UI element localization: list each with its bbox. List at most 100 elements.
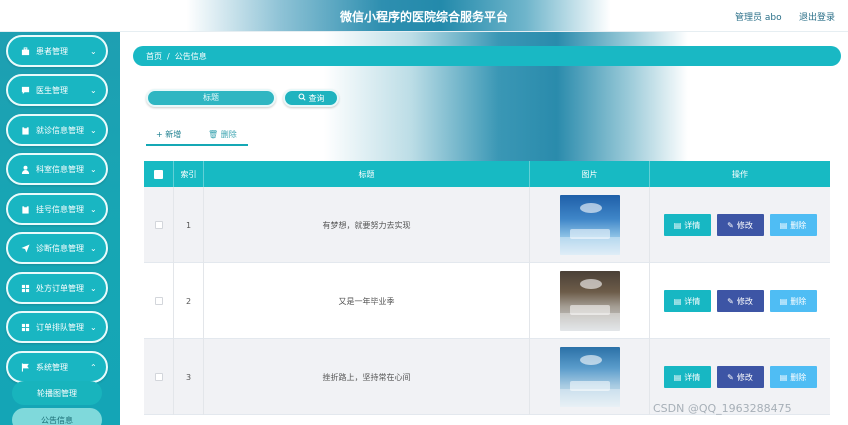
trash-icon: 🗑 — [208, 130, 219, 139]
operating-room-image[interactable] — [559, 347, 620, 407]
breadcrumb-home[interactable]: 首页 — [146, 51, 162, 62]
pencil-icon: ✎ — [727, 372, 734, 382]
row-index: 3 — [174, 339, 204, 415]
sidebar-item-label: 科室信息管理 — [36, 164, 84, 174]
sidebar-item-label: 系统管理 — [36, 362, 68, 372]
column-header-actions: 操作 — [732, 169, 748, 179]
breadcrumb-separator: / — [167, 51, 170, 61]
briefcase-icon — [21, 46, 30, 56]
row-checkbox[interactable] — [154, 373, 163, 381]
grid-icon — [21, 323, 30, 332]
grid-icon — [21, 284, 30, 293]
pencil-icon: ✎ — [727, 220, 734, 230]
chevron-down-icon: ⌄ — [90, 243, 97, 253]
row-image-cell — [530, 263, 650, 339]
add-button[interactable]: + 新增 — [156, 129, 181, 140]
row-checkbox[interactable] — [154, 221, 163, 229]
detail-label: 详情 — [684, 220, 701, 230]
user-icon — [21, 165, 30, 174]
sidebar-item-queue[interactable]: 订单排队管理 ⌄ — [6, 311, 108, 343]
trash-icon: ▤ — [779, 296, 788, 306]
edit-label: 修改 — [736, 372, 753, 382]
column-header-title[interactable]: 标题 — [204, 161, 530, 187]
table-row: 1 有梦想，就要努力去实现 ▤ 详情 ✎ 修改 ▤ 删除 — [144, 187, 830, 263]
chevron-down-icon: ⌄ — [90, 322, 97, 332]
document-icon: ▤ — [673, 220, 682, 230]
main-content: 首页 / 公告信息 标题 查询 + 新增 🗑 删除 索引 标题 图片 操作 1 … — [120, 32, 848, 425]
pencil-icon: ✎ — [727, 296, 734, 306]
detail-label: 详情 — [684, 296, 701, 306]
sidebar-item-label: 订单排队管理 — [36, 322, 84, 332]
add-button-label: 新增 — [165, 130, 182, 139]
current-user: 管理员 abo — [735, 13, 782, 23]
chevron-up-icon: ⌃ — [90, 362, 97, 372]
row-actions: ▤ 详情 ✎ 修改 ▤ 删除 — [650, 263, 830, 339]
row-checkbox[interactable] — [154, 297, 163, 305]
edit-button[interactable]: ✎ 修改 — [716, 290, 764, 312]
sidebar-item-departments[interactable]: 科室信息管理 ⌄ — [6, 153, 108, 185]
sidebar-item-label: 挂号信息管理 — [36, 204, 84, 214]
trash-icon: ▤ — [779, 372, 788, 382]
chevron-down-icon: ⌄ — [90, 46, 97, 56]
chevron-down-icon: ⌄ — [90, 164, 97, 174]
delete-button[interactable]: ▤ 删除 — [769, 214, 817, 236]
hospital-corridor-image[interactable] — [559, 271, 620, 331]
row-index: 1 — [174, 187, 204, 263]
sidebar-item-label: 就诊信息管理 — [36, 125, 84, 135]
edit-button[interactable]: ✎ 修改 — [716, 366, 764, 388]
document-icon: ▤ — [673, 372, 682, 382]
batch-delete-button[interactable]: 🗑 删除 — [208, 129, 237, 140]
hospital-ward-image[interactable] — [559, 195, 620, 255]
row-title: 挫折路上，坚持常在心间 — [204, 339, 530, 415]
action-tabs: + 新增 🗑 删除 — [146, 124, 248, 146]
edit-button[interactable]: ✎ 修改 — [716, 214, 764, 236]
query-button-label: 查询 — [308, 93, 325, 103]
title-search-input[interactable]: 标题 — [146, 89, 276, 107]
sidebar: 患者管理 ⌄ 医生管理 ⌄ 就诊信息管理 ⌄ 科室信息管理 ⌄ 挂号信息管理 ⌄… — [0, 32, 120, 425]
chat-icon — [21, 86, 30, 95]
delete-button[interactable]: ▤ 删除 — [769, 366, 817, 388]
document-icon: ▤ — [673, 296, 682, 306]
column-header-index[interactable]: 索引 — [174, 161, 204, 187]
chevron-down-icon: ⌄ — [90, 125, 97, 135]
logout-link[interactable]: 退出登录 — [799, 10, 835, 23]
row-title: 又是一年毕业季 — [204, 263, 530, 339]
chevron-down-icon: ⌄ — [90, 85, 97, 95]
sidebar-item-doctors[interactable]: 医生管理 ⌄ — [6, 74, 108, 106]
detail-button[interactable]: ▤ 详情 — [663, 290, 711, 312]
select-all-checkbox[interactable] — [154, 169, 163, 179]
chevron-down-icon: ⌄ — [90, 204, 97, 214]
sidebar-item-registration[interactable]: 挂号信息管理 ⌄ — [6, 193, 108, 225]
sidebar-subitem-announcements[interactable]: 公告信息 — [12, 408, 102, 425]
delete-label: 删除 — [790, 296, 807, 306]
sidebar-item-diagnosis[interactable]: 诊断信息管理 ⌄ — [6, 232, 108, 264]
sidebar-item-visits[interactable]: 就诊信息管理 ⌄ — [6, 114, 108, 146]
sidebar-item-label: 患者管理 — [36, 46, 68, 56]
plus-icon: + — [156, 130, 163, 139]
row-select-cell — [144, 263, 174, 339]
send-icon — [21, 243, 30, 253]
query-button[interactable]: 查询 — [283, 89, 339, 107]
sidebar-subitem-carousel[interactable]: 轮播图管理 — [12, 381, 102, 405]
row-image-cell — [530, 187, 650, 263]
app-title: 微信小程序的医院综合服务平台 — [339, 10, 508, 24]
sidebar-item-prescriptions[interactable]: 处方订单管理 ⌄ — [6, 272, 108, 304]
clipboard-icon — [21, 125, 30, 135]
detail-button[interactable]: ▤ 详情 — [663, 214, 711, 236]
row-image-cell — [530, 339, 650, 415]
detail-button[interactable]: ▤ 详情 — [663, 366, 711, 388]
search-icon — [298, 93, 306, 103]
sidebar-item-label: 医生管理 — [36, 85, 68, 95]
row-index: 2 — [174, 263, 204, 339]
trash-icon: ▤ — [779, 220, 788, 230]
top-header: 微信小程序的医院综合服务平台 管理员 abo 退出登录 — [0, 0, 848, 32]
column-header-image: 图片 — [530, 161, 650, 187]
sidebar-item-patients[interactable]: 患者管理 ⌄ — [6, 35, 108, 67]
delete-button[interactable]: ▤ 删除 — [769, 290, 817, 312]
chevron-down-icon: ⌄ — [90, 283, 97, 293]
watermark: CSDN @QQ_1963288475 — [653, 402, 792, 415]
clipboard-icon — [21, 204, 30, 214]
detail-label: 详情 — [684, 372, 701, 382]
sidebar-item-system[interactable]: 系统管理 ⌃ — [6, 351, 108, 383]
edit-label: 修改 — [736, 220, 753, 230]
